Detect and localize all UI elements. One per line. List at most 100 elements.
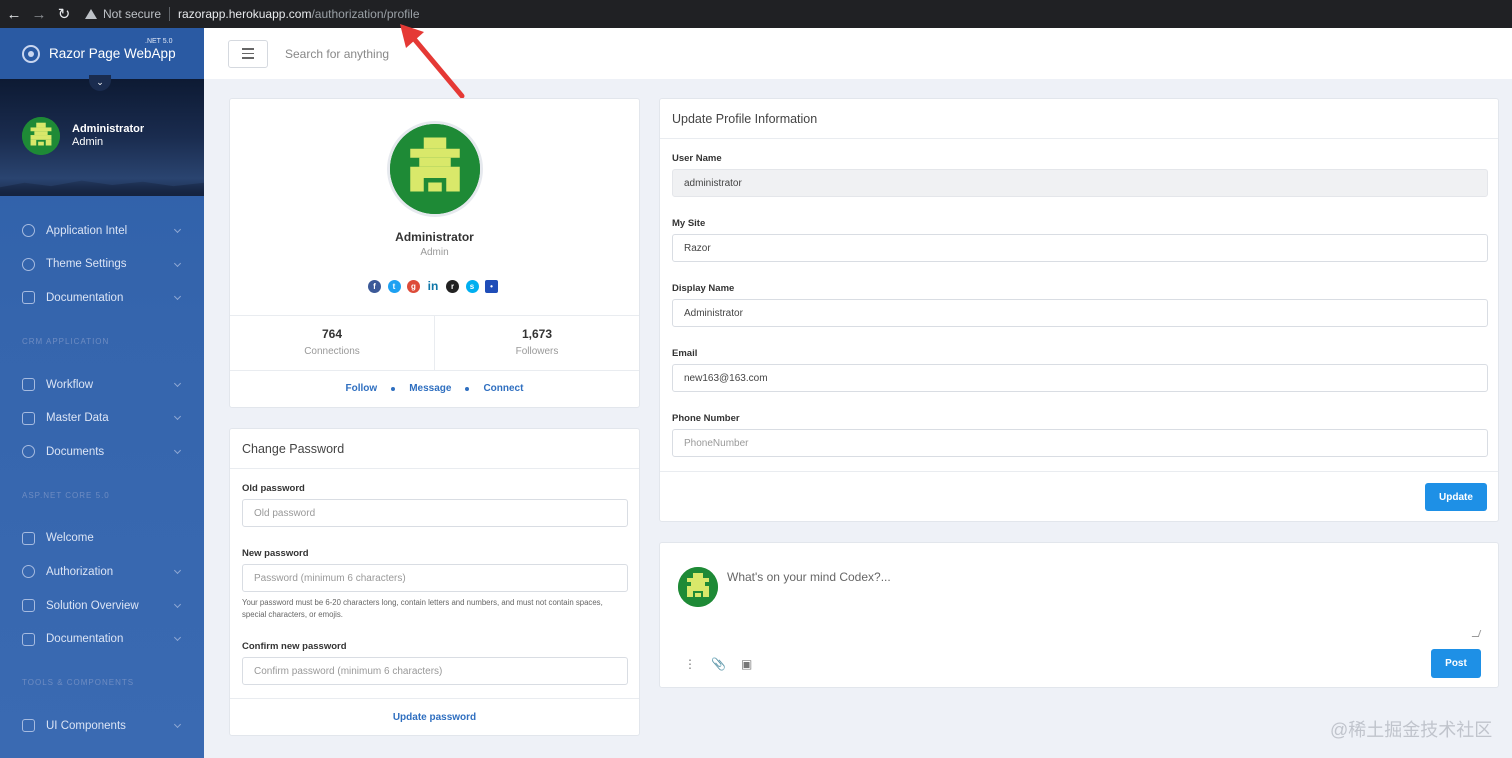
menu-toggle-button[interactable] [228, 39, 268, 68]
avatar [678, 567, 718, 607]
update-password-button[interactable]: Update password [393, 712, 476, 723]
username-label: User Name [672, 153, 722, 164]
sidebar-item-label: Workflow [46, 378, 94, 391]
old-password-field[interactable]: Old password [242, 499, 628, 527]
message-link[interactable]: Message [409, 383, 451, 394]
reddit-icon[interactable]: r [446, 280, 459, 293]
home-icon [22, 531, 35, 545]
section-crm-application: CRM APPLICATION [22, 336, 110, 346]
sidebar-item-application-intel[interactable]: Application Intel [0, 214, 204, 248]
chevron-down-icon [173, 634, 182, 642]
connections-count: 764 [321, 327, 343, 341]
sidebar-item-solution-overview[interactable]: Solution Overview [0, 589, 204, 623]
hamburger-line [242, 52, 254, 55]
card-footer: Update [660, 471, 1498, 522]
sidebar-item-authorization[interactable]: Authorization [0, 555, 204, 589]
profile-actions: Follow Message Connect [230, 383, 639, 394]
linkedin-icon[interactable]: in [426, 280, 440, 293]
google-plus-icon[interactable]: g [407, 280, 420, 293]
connections-label: Connections [304, 346, 360, 357]
post-composer-card: What's on your mind Codex?... ⋮ 📎 ▣ Post [659, 542, 1499, 688]
sidebar-item-workflow[interactable]: Workflow [0, 368, 204, 402]
sidebar-item-label: Master Data [46, 412, 109, 425]
update-button[interactable]: Update [1425, 483, 1487, 511]
chevron-down-icon [173, 446, 182, 455]
confirm-password-label: Confirm new password [242, 641, 347, 652]
avatar[interactable] [387, 121, 483, 217]
sidebar-user-name: Administrator [72, 123, 145, 135]
search-input[interactable]: Search for anything [285, 47, 389, 61]
sidebar-item-documents[interactable]: Documents [0, 435, 204, 469]
url-host: razorapp.herokuapp.com [178, 7, 312, 21]
post-toolbar: ⋮ 📎 ▣ [684, 657, 752, 671]
url-divider [169, 7, 171, 21]
new-password-label: New password [242, 548, 309, 559]
connect-link[interactable]: Connect [483, 383, 523, 394]
sidebar-user-info: Administrator Admin [72, 123, 144, 148]
annotation-arrow-icon [400, 24, 465, 99]
brand-name: Razor Page WebApp [49, 46, 176, 61]
post-button[interactable]: Post [1431, 649, 1481, 678]
chevron-down-icon[interactable]: ⌄ [89, 75, 111, 91]
username-field: administrator [672, 169, 1488, 197]
sidebar-item-documentation[interactable]: Documentation [0, 281, 204, 315]
old-password-label: Old password [242, 483, 305, 494]
url-path: /authorization/profile [311, 7, 420, 21]
security-label: Not secure [103, 7, 162, 21]
change-password-card: Change Password Old password Old passwor… [229, 428, 640, 736]
sidebar-item-label: Theme Settings [46, 258, 127, 271]
camera-icon[interactable]: ▣ [741, 657, 752, 671]
chevron-down-icon [173, 600, 182, 608]
skype-icon[interactable]: s [465, 280, 479, 293]
info-icon [22, 224, 35, 238]
sidebar-item-theme-settings[interactable]: Theme Settings [0, 248, 204, 282]
brand-version: .NET 5.0 [145, 38, 173, 45]
sidebar-item-label: Welcome [46, 532, 94, 545]
sidebar-item-label: Authorization [46, 565, 114, 578]
sidebar-item-welcome[interactable]: Welcome [0, 522, 204, 556]
chevron-down-icon [173, 720, 182, 728]
window-icon [22, 719, 35, 733]
identicon-image [22, 117, 60, 155]
chevron-down-icon [173, 225, 182, 234]
display-name-field[interactable]: Administrator [672, 299, 1488, 327]
password-help-text: Your password must be 6-20 characters lo… [242, 598, 603, 619]
twitter-icon[interactable]: t [387, 280, 401, 293]
new-password-field[interactable]: Password (minimum 6 characters) [242, 564, 628, 592]
profile-card: Administrator Admin f t g in r s • 764 C… [229, 98, 640, 408]
brand[interactable]: Razor Page WebApp .NET 5.0 [0, 28, 204, 79]
section-aspnet-core: ASP.NET CORE 5.0 [22, 490, 110, 500]
flickr-icon[interactable]: • [485, 280, 498, 293]
profile-role: Admin [420, 247, 449, 258]
sidebar-item-master-data[interactable]: Master Data [0, 401, 204, 435]
back-arrow-icon[interactable]: ← [3, 3, 25, 25]
facebook-icon[interactable]: f [368, 280, 381, 293]
sidebar-user-role: Admin [72, 136, 104, 148]
gear-icon [22, 257, 35, 271]
post-textarea[interactable]: What's on your mind Codex?... [727, 570, 891, 584]
followers-stat[interactable]: 1,673 Followers [434, 316, 639, 370]
email-label: Email [672, 348, 698, 359]
reload-icon[interactable]: ↻ [53, 3, 75, 25]
connections-stat[interactable]: 764 Connections [230, 316, 434, 370]
email-field[interactable]: new163@163.com [672, 364, 1488, 392]
book-icon [22, 632, 35, 646]
more-vertical-icon[interactable]: ⋮ [684, 657, 696, 671]
sidebar-menu: Application Intel Theme Settings Documen… [0, 196, 204, 743]
profile-stats: 764 Connections 1,673 Followers [230, 315, 639, 371]
separator-dot [465, 386, 470, 391]
avatar[interactable] [22, 117, 60, 155]
forward-arrow-icon[interactable]: → [28, 3, 50, 25]
my-site-label: My Site [672, 218, 706, 229]
my-site-field[interactable]: Razor [672, 234, 1488, 262]
paperclip-icon[interactable]: 📎 [711, 657, 726, 671]
sidebar-item-ui-components[interactable]: UI Components [0, 709, 204, 743]
database-icon [22, 411, 35, 425]
confirm-password-field[interactable]: Confirm password (minimum 6 characters) [242, 657, 628, 685]
resize-handle-icon[interactable] [1471, 630, 1482, 637]
sidebar-item-documentation-2[interactable]: Documentation [0, 622, 204, 656]
address-bar[interactable]: Not secure razorapp.herokuapp.com /autho… [85, 3, 1512, 25]
follow-link[interactable]: Follow [346, 383, 378, 394]
phone-number-field[interactable]: PhoneNumber [672, 429, 1488, 457]
hamburger-line [242, 48, 254, 50]
